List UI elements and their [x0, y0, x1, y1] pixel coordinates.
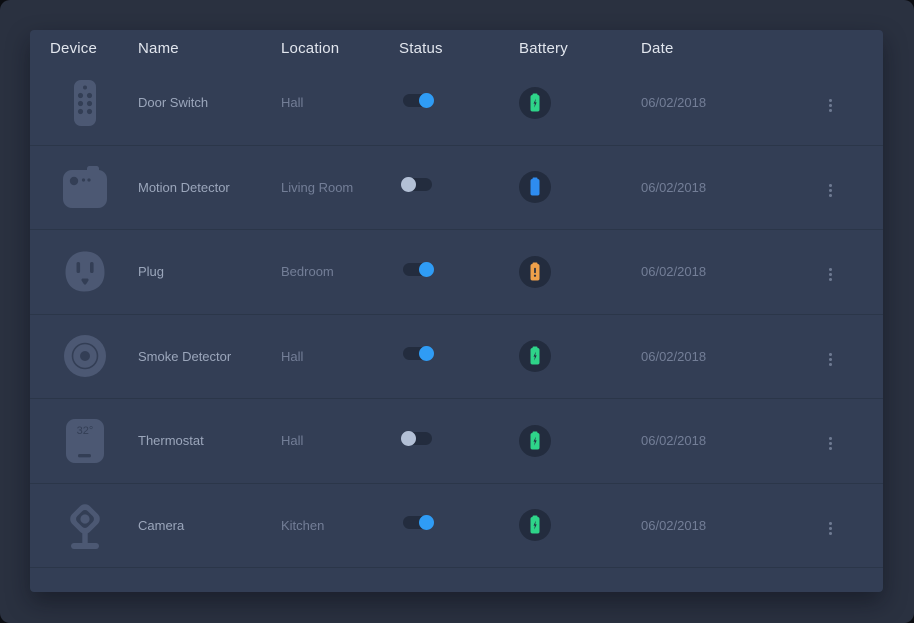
- toggle-knob: [419, 515, 434, 530]
- toggle-knob: [419, 346, 434, 361]
- plug-icon: [63, 248, 107, 296]
- app-background: Device Name Location Status Battery Date…: [0, 0, 914, 623]
- kebab-menu-icon[interactable]: [823, 433, 838, 454]
- toggle-knob: [401, 177, 416, 192]
- kebab-menu-icon[interactable]: [823, 518, 838, 539]
- table-row: Door Switch Hall 06/02/2018: [30, 61, 883, 146]
- table-row: Smoke Detector Hall 06/02/2018: [30, 315, 883, 400]
- status-toggle[interactable]: [403, 347, 432, 360]
- camera-icon: [63, 501, 107, 549]
- device-date: 06/02/2018: [641, 433, 813, 448]
- table-header: Device Name Location Status Battery Date: [30, 30, 883, 61]
- kebab-menu-icon[interactable]: [823, 349, 838, 370]
- device-date: 06/02/2018: [641, 518, 813, 533]
- device-location: Bedroom: [281, 264, 399, 279]
- column-header-battery: Battery: [519, 34, 641, 57]
- motion-detector-icon: [63, 163, 107, 211]
- device-location: Living Room: [281, 180, 399, 195]
- device-location: Kitchen: [281, 518, 399, 533]
- toggle-knob: [401, 431, 416, 446]
- kebab-menu-icon[interactable]: [823, 264, 838, 285]
- column-header-actions: [813, 43, 863, 49]
- status-toggle[interactable]: [403, 94, 432, 107]
- battery-charging-icon: [519, 425, 551, 457]
- column-header-location: Location: [281, 34, 399, 57]
- device-date: 06/02/2018: [641, 264, 813, 279]
- table-row: Plug Bedroom 06/02/2018: [30, 230, 883, 315]
- battery-charging-icon: [519, 509, 551, 541]
- column-header-status: Status: [399, 34, 519, 57]
- devices-table-card: Device Name Location Status Battery Date…: [30, 30, 883, 592]
- svg-text:32°: 32°: [77, 425, 94, 437]
- table-body: Door Switch Hall 06/02/2018 Motion Detec…: [30, 61, 883, 568]
- toggle-knob: [419, 262, 434, 277]
- battery-full-icon: [519, 171, 551, 203]
- device-location: Hall: [281, 433, 399, 448]
- kebab-menu-icon[interactable]: [823, 180, 838, 201]
- battery-charging-icon: [519, 87, 551, 119]
- smoke-detector-icon: [63, 332, 107, 380]
- table-row: 32° Thermostat Hall 06/02/2018: [30, 399, 883, 484]
- status-toggle[interactable]: [403, 432, 432, 445]
- thermostat-icon: 32°: [63, 417, 107, 465]
- device-name: Thermostat: [138, 433, 281, 448]
- device-name: Plug: [138, 264, 281, 279]
- kebab-menu-icon[interactable]: [823, 95, 838, 116]
- status-toggle[interactable]: [403, 178, 432, 191]
- device-name: Camera: [138, 518, 281, 533]
- column-header-device: Device: [50, 34, 138, 57]
- column-header-name: Name: [138, 34, 281, 57]
- table-row: Camera Kitchen 06/02/2018: [30, 484, 883, 569]
- battery-alert-icon: [519, 256, 551, 288]
- device-name: Motion Detector: [138, 180, 281, 195]
- device-name: Smoke Detector: [138, 349, 281, 364]
- device-date: 06/02/2018: [641, 180, 813, 195]
- battery-charging-icon: [519, 340, 551, 372]
- column-header-date: Date: [641, 34, 813, 57]
- device-location: Hall: [281, 95, 399, 110]
- status-toggle[interactable]: [403, 516, 432, 529]
- device-date: 06/02/2018: [641, 95, 813, 110]
- device-date: 06/02/2018: [641, 349, 813, 364]
- toggle-knob: [419, 93, 434, 108]
- table-row: Motion Detector Living Room 06/02/2018: [30, 146, 883, 231]
- device-location: Hall: [281, 349, 399, 364]
- status-toggle[interactable]: [403, 263, 432, 276]
- remote-icon: [63, 79, 107, 127]
- device-name: Door Switch: [138, 95, 281, 110]
